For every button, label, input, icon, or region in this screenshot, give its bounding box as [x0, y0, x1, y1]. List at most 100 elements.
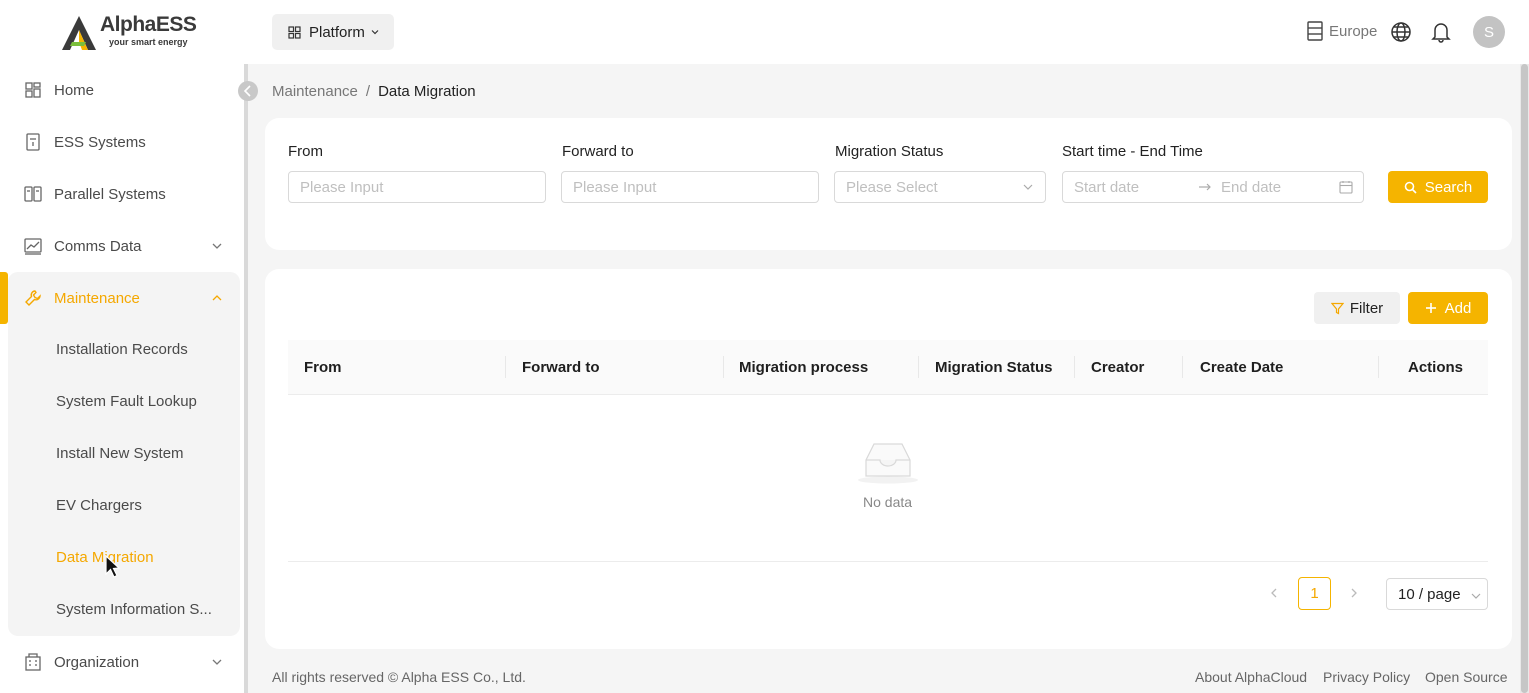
sidebar-item-maintenance[interactable]: Maintenance [0, 272, 240, 324]
logo-mark-icon [62, 16, 96, 50]
wrench-icon [25, 290, 41, 306]
column-header-forward-to: Forward to [522, 359, 600, 376]
column-header-migration-process: Migration process [739, 359, 869, 376]
pagination-page-1[interactable]: 1 [1298, 577, 1331, 610]
add-button[interactable]: Add [1408, 292, 1488, 324]
sidebar: AlphaESS your smart energy Home ESS Syst… [0, 0, 248, 693]
migration-status-placeholder: Please Select [846, 178, 938, 196]
column-divider [505, 356, 506, 378]
column-divider [723, 356, 724, 378]
calendar-icon [1339, 181, 1353, 194]
column-divider [1182, 356, 1183, 378]
filter-button[interactable]: Filter [1314, 292, 1400, 324]
chevron-left-icon [243, 85, 251, 97]
top-bar: Platform Europe S [248, 0, 1529, 64]
start-date-placeholder[interactable]: Start date [1074, 179, 1139, 196]
notification-bell-icon[interactable] [1431, 21, 1451, 43]
logo-tagline: your smart energy [109, 37, 188, 47]
breadcrumb-separator: / [365, 83, 371, 100]
chevron-down-icon [212, 659, 222, 665]
breadcrumb: Maintenance / Data Migration [272, 83, 476, 100]
breadcrumb-current: Data Migration [378, 83, 476, 100]
chart-icon [24, 238, 42, 255]
column-header-creator: Creator [1091, 359, 1145, 376]
forward-to-input[interactable]: Please Input [561, 171, 819, 203]
copyright-text: All rights reserved © Alpha ESS Co., Ltd… [272, 669, 526, 685]
grid-icon [288, 25, 301, 39]
server-icon [1307, 21, 1323, 41]
sidebar-subitem-system-fault-lookup[interactable]: System Fault Lookup [56, 393, 197, 410]
search-icon [1404, 181, 1417, 194]
sidebar-item-label: Parallel Systems [54, 185, 166, 203]
main-scrollbar[interactable] [1521, 64, 1528, 693]
column-divider [918, 356, 919, 378]
column-divider [1378, 356, 1379, 378]
breadcrumb-maintenance[interactable]: Maintenance [272, 83, 358, 100]
forward-to-placeholder: Please Input [573, 178, 657, 196]
battery-icon [26, 133, 40, 151]
end-date-placeholder[interactable]: End date [1221, 179, 1281, 196]
page-size-select[interactable]: 10 / page [1386, 578, 1488, 610]
column-divider [1074, 356, 1075, 378]
building-icon [25, 653, 41, 671]
table-header [288, 340, 1488, 395]
from-input[interactable]: Please Input [288, 171, 546, 203]
region-label: Europe [1329, 22, 1378, 40]
pagination-next-icon[interactable] [1348, 587, 1360, 599]
region-selector[interactable]: Europe [1306, 21, 1377, 41]
time-range-label: Start time - End Time [1062, 143, 1203, 160]
arrow-right-icon [1199, 183, 1211, 191]
search-button[interactable]: Search [1388, 171, 1488, 203]
footer-link-open-source[interactable]: Open Source [1425, 669, 1508, 685]
logo-name: AlphaESS [100, 13, 197, 36]
footer-link-privacy[interactable]: Privacy Policy [1323, 669, 1410, 685]
sidebar-item-parallel-systems[interactable]: Parallel Systems [0, 168, 240, 220]
sidebar-subitem-installation-records[interactable]: Installation Records [56, 341, 188, 358]
search-button-label: Search [1424, 178, 1473, 196]
sidebar-item-ess-systems[interactable]: ESS Systems [0, 116, 240, 168]
empty-state-text: No data [863, 494, 913, 510]
from-placeholder: Please Input [300, 178, 384, 196]
filter-icon [1330, 302, 1344, 314]
table-bottom-border [288, 561, 1488, 562]
empty-inbox-icon [858, 443, 918, 484]
sidebar-item-home[interactable]: Home [0, 64, 240, 116]
column-header-migration-status: Migration Status [935, 359, 1053, 376]
chevron-down-icon [212, 243, 222, 249]
alphaess-logo[interactable]: AlphaESS your smart energy [60, 12, 197, 52]
date-range-picker[interactable]: Start date End date [1062, 171, 1364, 203]
parallel-icon [24, 186, 42, 202]
collapse-sidebar-button[interactable] [238, 81, 258, 101]
sidebar-item-label: Maintenance [54, 289, 140, 307]
sidebar-item-organization[interactable]: Organization [0, 636, 240, 688]
dashboard-icon [25, 82, 41, 98]
platform-label: Platform [309, 23, 365, 41]
column-header-from: From [304, 359, 342, 376]
plus-icon [1425, 303, 1436, 313]
chevron-up-icon [212, 295, 222, 301]
sidebar-subitem-install-new-system[interactable]: Install New System [56, 445, 184, 462]
language-globe-icon[interactable] [1390, 21, 1412, 43]
sidebar-subitem-ev-chargers[interactable]: EV Chargers [56, 497, 142, 514]
migration-status-label: Migration Status [835, 143, 944, 160]
filter-label: Filter [1349, 299, 1384, 317]
sidebar-item-label: ESS Systems [54, 133, 146, 151]
user-avatar[interactable]: S [1473, 16, 1505, 48]
chevron-down-icon [1471, 593, 1481, 599]
page-size-value: 10 / page [1398, 585, 1461, 603]
pagination-prev-icon[interactable] [1268, 587, 1280, 599]
pagination-page-number: 1 [1310, 585, 1319, 602]
footer-link-about[interactable]: About AlphaCloud [1195, 669, 1307, 685]
chevron-down-icon [1023, 184, 1033, 190]
from-label: From [288, 143, 323, 160]
column-header-create-date: Create Date [1200, 359, 1284, 376]
sidebar-scrollbar[interactable] [244, 64, 248, 693]
migration-status-select[interactable]: Please Select [834, 171, 1046, 203]
sidebar-item-comms-data[interactable]: Comms Data [0, 220, 240, 272]
sidebar-subitem-system-information[interactable]: System Information S... [56, 601, 212, 618]
add-label: Add [1444, 299, 1472, 317]
forward-to-label: Forward to [562, 143, 634, 160]
mouse-cursor-icon [105, 555, 121, 578]
platform-dropdown[interactable]: Platform [272, 14, 394, 50]
column-header-actions: Actions [1408, 359, 1464, 376]
